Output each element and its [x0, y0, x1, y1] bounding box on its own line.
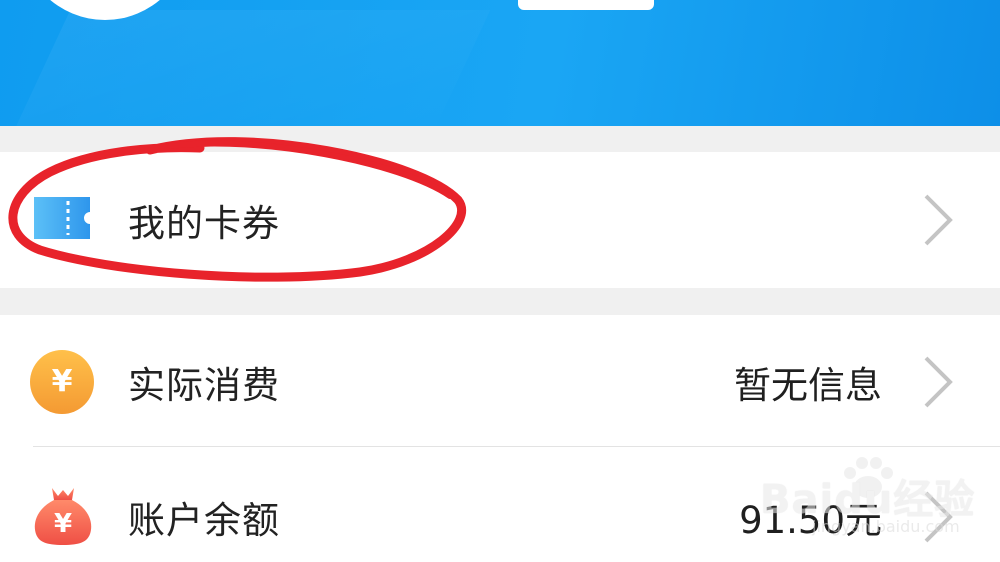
chevron-right-icon [924, 491, 953, 543]
ticket-icon [30, 193, 94, 247]
balance-row[interactable]: ¥ 账户余额 91.50元 [0, 450, 1000, 562]
actual-spend-label: 实际消费 [128, 364, 280, 407]
header-decoration [9, 10, 491, 126]
chevron-right-icon [924, 194, 953, 246]
member-tag[interactable] [518, 0, 654, 10]
svg-text:¥: ¥ [54, 509, 72, 539]
cards-section: 我的卡券 [0, 152, 1000, 288]
my-cards-row[interactable]: 我的卡券 [0, 153, 1000, 287]
balance-value: 91.50元 [739, 499, 882, 542]
actual-spend-value: 暂无信息 [734, 364, 882, 407]
my-cards-label: 我的卡券 [128, 202, 280, 245]
balance-label: 账户余额 [128, 499, 280, 542]
actual-spend-row[interactable]: ¥ 实际消费 暂无信息 [0, 315, 1000, 449]
profile-header [0, 0, 1000, 126]
money-bag-icon: ¥ [30, 482, 96, 552]
account-section: ¥ 实际消费 暂无信息 ¥ 账户余额 91.50元 [0, 315, 1000, 562]
yen-coin-icon: ¥ [30, 350, 94, 414]
row-divider [33, 446, 1000, 447]
chevron-right-icon [924, 356, 953, 408]
screen: 我的卡券 ¥ 实际消费 暂无信息 ¥ 账户余额 91.50元 Baidu经验 j… [0, 0, 1000, 562]
